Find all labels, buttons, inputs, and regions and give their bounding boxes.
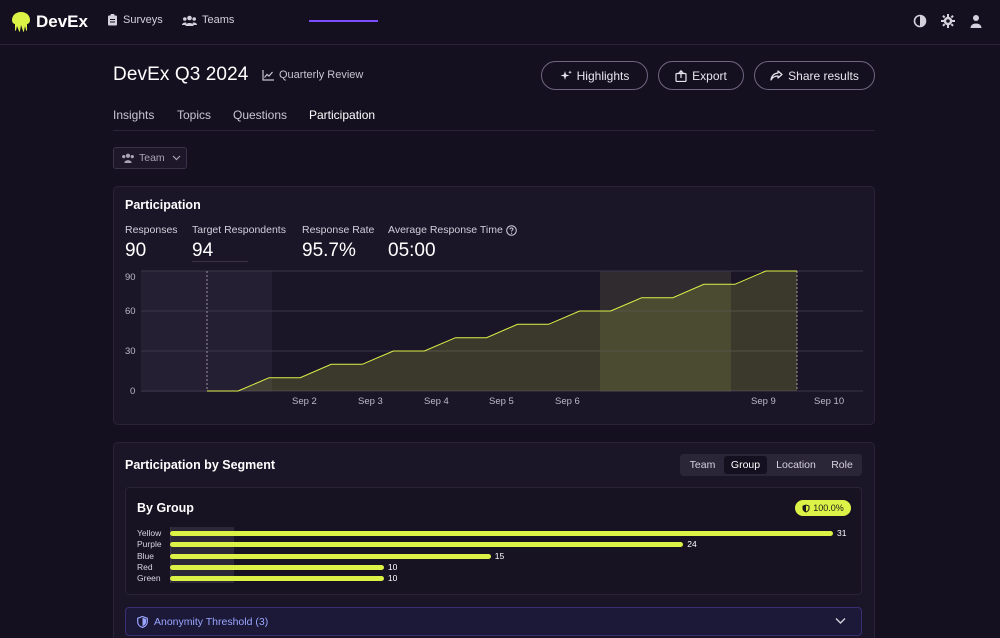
export-button[interactable]: Export [658, 61, 744, 90]
bar-value: 15 [494, 550, 505, 561]
help-icon[interactable] [505, 224, 517, 236]
users-icon [122, 153, 134, 163]
segment-option-role[interactable]: Role [824, 456, 860, 474]
top-icons [913, 14, 984, 29]
y-tick-label: 0 [130, 386, 136, 397]
tab-participation[interactable]: Participation [309, 108, 375, 122]
export-icon [675, 69, 687, 82]
x-tick-label: Sep 4 [424, 396, 449, 407]
participation-title: Participation [125, 198, 201, 212]
bar-value: 10 [387, 561, 398, 572]
bar-label: Green [137, 573, 161, 584]
y-tick-label: 60 [125, 306, 136, 317]
stat-responses-label: Responses [125, 224, 178, 236]
chevron-down-icon [835, 618, 846, 624]
anonymity-badge: 100.0% [795, 500, 851, 516]
anonymity-threshold-accordion[interactable]: Anonymity Threshold (3) [125, 607, 862, 636]
stat-time-label: Average Response Time [388, 224, 503, 236]
tab-insights[interactable]: Insights [113, 108, 154, 122]
stat-target-value: 94 [192, 240, 214, 261]
segment-title: Participation by Segment [125, 458, 276, 472]
x-tick-label: Sep 10 [814, 396, 845, 407]
x-tick-label: Sep 5 [489, 396, 514, 407]
page-subtitle: Quarterly Review [262, 69, 363, 81]
segment-toggle: Team Group Location Role [680, 454, 862, 476]
stat-rate-label: Response Rate [302, 224, 375, 236]
tab-topics[interactable]: Topics [177, 108, 211, 122]
devex-logo-icon [12, 12, 30, 32]
x-tick-label: Sep 9 [751, 396, 776, 407]
anonymity-label: Anonymity Threshold (3) [154, 615, 269, 628]
share-results-button[interactable]: Share results [754, 61, 875, 90]
brand[interactable]: DevEx [11, 11, 88, 33]
team-filter-dropdown[interactable]: Team [113, 147, 187, 169]
contrast-icon[interactable] [913, 14, 928, 29]
user-icon[interactable] [969, 14, 984, 29]
subtitle-label: Quarterly Review [279, 69, 364, 81]
stat-time-label-wrap: Average Response Time [388, 224, 517, 236]
stat-responses-value: 90 [125, 240, 147, 261]
chevron-down-icon [172, 155, 181, 161]
segment-option-team[interactable]: Team [682, 456, 723, 474]
x-tick-label: Sep 3 [358, 396, 383, 407]
share-icon [770, 70, 783, 81]
y-tick-label: 90 [125, 272, 136, 283]
bar-value: 24 [687, 539, 697, 550]
nav-teams[interactable]: Teams [182, 14, 234, 26]
bar-label: Blue [137, 550, 155, 561]
export-label: Export [692, 68, 727, 83]
target-underline [192, 261, 248, 262]
active-tab-indicator [309, 20, 378, 22]
segment-option-group[interactable]: Group [724, 456, 767, 474]
bar [170, 576, 384, 582]
users-icon [182, 15, 197, 26]
nav-teams-label: Teams [202, 14, 235, 26]
bar [170, 564, 384, 570]
nav-surveys-label: Surveys [123, 14, 163, 26]
y-tick-label: 30 [125, 346, 136, 357]
tab-questions[interactable]: Questions [233, 108, 287, 122]
nav-surveys[interactable]: Surveys [107, 14, 163, 26]
stat-rate-value: 95.7% [302, 240, 356, 261]
brand-name: DevEx [36, 12, 88, 31]
x-tick-label: Sep 2 [292, 396, 317, 407]
top-nav: DevEx Surveys Teams [0, 0, 1000, 45]
shield-icon [802, 504, 810, 512]
page-title: DevEx Q3 2024 [113, 64, 249, 85]
badge-label: 100.0% [813, 503, 844, 513]
highlights-button[interactable]: Highlights [541, 61, 648, 90]
highlights-label: Highlights [576, 68, 630, 83]
participation-chart [141, 270, 863, 392]
line-chart-icon [262, 69, 274, 81]
stat-time-value: 05:00 [388, 240, 436, 261]
team-filter-label: Team [139, 152, 165, 164]
bar [170, 531, 833, 536]
sparkle-icon [560, 70, 572, 80]
shield-icon [137, 615, 148, 628]
bar-label: Red [137, 561, 153, 572]
gear-icon[interactable] [941, 14, 956, 29]
bar [170, 542, 684, 548]
stat-target-label: Target Respondents [192, 224, 286, 236]
bar-value: 31 [837, 528, 847, 538]
tab-bar: Insights Topics Questions Participation [113, 108, 875, 131]
segment-option-location[interactable]: Location [769, 456, 823, 474]
by-group-title: By Group [137, 501, 194, 515]
x-tick-label: Sep 6 [555, 396, 580, 407]
clipboard-icon [108, 14, 117, 26]
bar-label: Purple [137, 539, 162, 550]
bar-value: 10 [387, 573, 398, 584]
share-results-label: Share results [788, 68, 859, 83]
bar [170, 553, 491, 559]
bar-label: Yellow [137, 528, 162, 538]
